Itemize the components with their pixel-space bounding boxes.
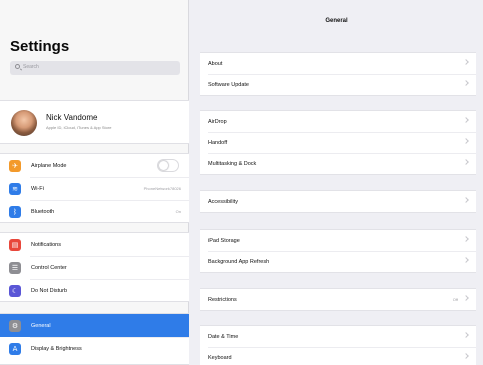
general-pane: General About Software Update AirDrop Ha… (190, 0, 483, 365)
chevron-right-icon (463, 117, 469, 123)
sidebar-item-label: Do Not Disturb (31, 287, 68, 294)
restrictions-value: Off (452, 297, 458, 302)
search-icon (15, 64, 20, 69)
bluetooth-icon: ᛒ (9, 205, 21, 218)
chevron-right-icon (463, 295, 469, 301)
sidebar-group-notifications: ▤ Notifications ☰ Control Center ☾ Do No… (0, 232, 189, 302)
wifi-network-value: PhoneNetwork78026 (143, 186, 181, 191)
general-group-accessibility: Accessibility (200, 190, 476, 213)
search-placeholder: Search (23, 64, 39, 70)
sidebar-group-connectivity: ✈ Airplane Mode ≋ Wi-Fi PhoneNetwork7802… (0, 153, 189, 223)
toggle-knob (159, 161, 168, 170)
general-group-airdrop: AirDrop Handoff Multitasking & Dock (200, 110, 476, 175)
profile-name: Nick Vandome (46, 113, 98, 122)
row-label: About (208, 60, 223, 67)
general-group-storage: iPad Storage Background App Refresh (200, 229, 476, 273)
sidebar-item-airplane-mode[interactable]: ✈ Airplane Mode (0, 154, 189, 177)
sidebar-item-wifi[interactable]: ≋ Wi-Fi PhoneNetwork78026 (0, 177, 189, 200)
general-group-restrictions: Restrictions Off (200, 288, 476, 311)
row-about[interactable]: About (200, 53, 476, 74)
row-software-update[interactable]: Software Update (200, 74, 476, 95)
profile-row[interactable]: Nick Vandome Apple ID, iCloud, iTunes & … (0, 100, 189, 144)
sidebar-item-label: Wi-Fi (31, 185, 44, 192)
sidebar-title: Settings (10, 38, 70, 55)
chevron-right-icon (463, 59, 469, 65)
chevron-right-icon (463, 197, 469, 203)
row-label: Handoff (208, 139, 228, 146)
row-label: Background App Refresh (208, 258, 270, 265)
page-title: General (325, 18, 348, 24)
row-label: Accessibility (208, 198, 238, 205)
bluetooth-value: On (175, 209, 181, 214)
control-center-icon: ☰ (9, 261, 21, 274)
display-icon: A (9, 342, 21, 355)
row-label: iPad Storage (208, 237, 240, 244)
row-background-app-refresh[interactable]: Background App Refresh (200, 251, 476, 272)
row-label: AirDrop (208, 118, 227, 125)
moon-icon: ☾ (9, 284, 21, 297)
chevron-right-icon (463, 138, 469, 144)
general-group-about: About Software Update (200, 52, 476, 96)
sidebar-item-label: Airplane Mode (31, 162, 67, 169)
general-group-date-keyboard: Date & Time Keyboard (200, 325, 476, 365)
chevron-right-icon (463, 236, 469, 242)
row-label: Date & Time (208, 333, 239, 340)
notifications-icon: ▤ (9, 238, 21, 251)
sidebar-item-label: Display & Brightness (31, 345, 82, 352)
chevron-right-icon (463, 353, 469, 359)
sidebar-item-display-brightness[interactable]: A Display & Brightness (0, 337, 189, 360)
airplane-mode-toggle[interactable] (157, 159, 179, 172)
chevron-right-icon (463, 159, 469, 165)
row-date-time[interactable]: Date & Time (200, 326, 476, 347)
chevron-right-icon (463, 332, 469, 338)
ipad-screen: iPad 09:48 100% Settings Search Nick Van… (0, 0, 483, 365)
row-ipad-storage[interactable]: iPad Storage (200, 230, 476, 251)
chevron-right-icon (463, 80, 469, 86)
row-keyboard[interactable]: Keyboard (200, 347, 476, 365)
profile-subtitle: Apple ID, iCloud, iTunes & App Store (46, 125, 112, 130)
row-label: Restrictions (208, 296, 237, 303)
row-multitasking-dock[interactable]: Multitasking & Dock (200, 153, 476, 174)
sidebar-item-bluetooth[interactable]: ᛒ Bluetooth On (0, 200, 189, 223)
chevron-right-icon (463, 257, 469, 263)
sidebar-item-general[interactable]: ⚙ General (0, 314, 189, 337)
row-label: Software Update (208, 81, 249, 88)
settings-sidebar: Settings Search Nick Vandome Apple ID, i… (0, 0, 189, 365)
sidebar-item-do-not-disturb[interactable]: ☾ Do Not Disturb (0, 279, 189, 302)
airplane-icon: ✈ (9, 159, 21, 172)
sidebar-item-notifications[interactable]: ▤ Notifications (0, 233, 189, 256)
sidebar-item-label: Bluetooth (31, 208, 55, 215)
row-restrictions[interactable]: Restrictions Off (200, 289, 476, 310)
row-accessibility[interactable]: Accessibility (200, 191, 476, 212)
sidebar-item-label: General (31, 322, 51, 329)
row-airdrop[interactable]: AirDrop (200, 111, 476, 132)
row-label: Multitasking & Dock (208, 160, 257, 167)
sidebar-group-general: ⚙ General A Display & Brightness (0, 313, 189, 365)
gear-icon: ⚙ (9, 319, 21, 332)
row-handoff[interactable]: Handoff (200, 132, 476, 153)
wifi-icon: ≋ (9, 182, 21, 195)
search-field[interactable]: Search (10, 61, 180, 75)
row-label: Keyboard (208, 354, 232, 361)
sidebar-item-control-center[interactable]: ☰ Control Center (0, 256, 189, 279)
sidebar-item-label: Control Center (31, 264, 67, 271)
avatar (11, 110, 37, 136)
sidebar-item-label: Notifications (31, 241, 61, 248)
